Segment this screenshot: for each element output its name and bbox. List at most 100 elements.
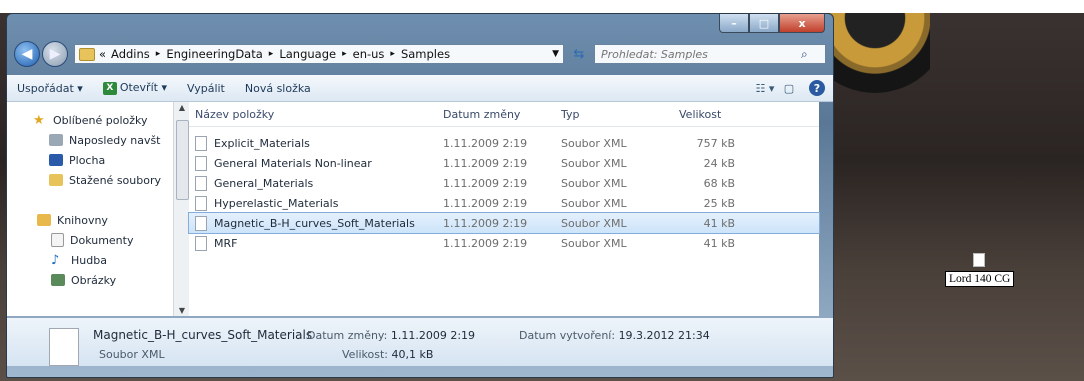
favorites-title: Oblíbené položky xyxy=(53,113,148,127)
xml-file-icon xyxy=(195,135,207,151)
sidebar-item-pictures[interactable]: Obrázky xyxy=(7,270,173,290)
file-date: 1.11.2009 2:19 xyxy=(443,196,528,210)
sidebar-item-documents[interactable]: Dokumenty xyxy=(7,230,173,250)
file-size: 41 kB xyxy=(703,236,735,250)
sidebar-item-label: Stažené soubory xyxy=(69,173,161,187)
table-row[interactable]: General Materials Non-linear 1.11.2009 2… xyxy=(189,153,819,173)
file-type: Soubor XML xyxy=(561,176,627,190)
column-name[interactable]: Název položky xyxy=(189,108,435,121)
open-button[interactable]: X Otevřít ▾ xyxy=(93,81,177,95)
file-date: 1.11.2009 2:19 xyxy=(443,216,528,230)
address-overflow[interactable]: « xyxy=(99,47,106,61)
column-header-row: Název položky Datum změny Typ Velikost xyxy=(189,102,819,127)
created-label: Datum vytvoření: xyxy=(519,329,616,342)
sidebar-item-label: Obrázky xyxy=(71,273,117,287)
refresh-icon[interactable]: ⇆ xyxy=(568,44,590,64)
table-row[interactable]: Hyperelastic_Materials 1.11.2009 2:19 So… xyxy=(189,193,819,213)
sidebar-item-downloads[interactable]: Stažené soubory xyxy=(7,170,173,190)
close-button[interactable]: x xyxy=(779,14,825,33)
file-type: Soubor XML xyxy=(561,236,627,250)
back-button[interactable]: ◀ xyxy=(14,41,40,67)
file-type: Soubor XML xyxy=(561,156,627,170)
crumb-en-us[interactable]: en-us xyxy=(353,47,385,61)
column-type[interactable]: Typ xyxy=(553,108,671,121)
xml-file-icon xyxy=(195,195,207,211)
excel-icon: X xyxy=(102,81,117,95)
navigation-pane: ★ Oblíbené položky Naposledy navšt Ploch… xyxy=(7,102,173,316)
arrow-right-icon: ▶ xyxy=(49,46,61,62)
navigation-scrollbar[interactable]: ▲ ▼ xyxy=(173,102,190,316)
new-folder-button[interactable]: Nová složka xyxy=(235,82,321,95)
table-row[interactable]: MRF 1.11.2009 2:19 Soubor XML 41 kB xyxy=(189,233,819,253)
crumb-separator[interactable]: ▸ xyxy=(342,49,347,59)
downloads-folder-icon xyxy=(49,174,63,186)
help-icon[interactable]: ? xyxy=(809,80,825,96)
file-type: Soubor XML xyxy=(561,196,627,210)
file-size: 757 kB xyxy=(696,136,735,150)
file-name: Explicit_Materials xyxy=(214,136,310,150)
open-label: Otevřít ▾ xyxy=(119,81,167,95)
scroll-down-icon[interactable]: ▼ xyxy=(174,306,190,315)
music-icon: ♪ xyxy=(51,252,60,268)
table-row[interactable]: Explicit_Materials 1.11.2009 2:19 Soubor… xyxy=(189,133,819,153)
modified-label: Datum změny: xyxy=(307,329,388,342)
folder-icon xyxy=(79,47,95,61)
view-options-icon[interactable]: ☷ ▾ xyxy=(753,82,777,95)
xml-file-icon xyxy=(195,215,207,231)
table-row-selected[interactable]: Magnetic_B-H_curves_Soft_Materials 1.11.… xyxy=(188,212,820,234)
sidebar-item-label: Naposledy navšt xyxy=(69,133,161,147)
scroll-up-icon[interactable]: ▲ xyxy=(174,103,190,112)
file-type: Soubor XML xyxy=(561,216,627,230)
search-input[interactable] xyxy=(601,47,801,61)
search-icon[interactable]: ⌕ xyxy=(801,47,808,62)
libraries-header[interactable]: Knihovny xyxy=(7,210,173,230)
crumb-separator[interactable]: ▸ xyxy=(156,49,161,59)
details-file-name: Magnetic_B-H_curves_Soft_Materials xyxy=(93,328,313,342)
xml-file-icon xyxy=(195,155,207,171)
command-bar: Uspořádat ▾ X Otevřít ▾ Vypálit Nová slož… xyxy=(7,75,833,102)
wallpaper-tire xyxy=(830,13,930,99)
sidebar-item-desktop[interactable]: Plocha xyxy=(7,150,173,170)
size-label: Velikost: xyxy=(342,348,389,361)
column-size[interactable]: Velikost xyxy=(671,108,751,121)
recent-places-icon xyxy=(49,134,63,146)
file-date: 1.11.2009 2:19 xyxy=(443,156,528,170)
libraries-title: Knihovny xyxy=(57,213,108,227)
address-bar[interactable]: « Addins ▸ EngineeringData ▸ Language ▸ … xyxy=(74,44,564,64)
crumb-engineeringdata[interactable]: EngineeringData xyxy=(166,47,262,61)
crumb-samples[interactable]: Samples xyxy=(401,47,450,61)
sidebar-item-music[interactable]: ♪ Hudba xyxy=(7,250,173,270)
crumb-language[interactable]: Language xyxy=(279,47,336,61)
documents-icon xyxy=(51,233,64,247)
organize-button[interactable]: Uspořádat ▾ xyxy=(7,82,93,95)
sidebar-item-recent[interactable]: Naposledy navšt xyxy=(7,130,173,150)
forward-button[interactable]: ▶ xyxy=(42,41,68,67)
chevron-down-icon[interactable]: ▼ xyxy=(552,49,559,59)
size-value: 40,1 kB xyxy=(391,348,434,361)
desktop-file-rename-field[interactable]: Lord 140 CG xyxy=(945,271,1015,287)
file-list: Název položky Datum změny Typ Velikost E… xyxy=(188,102,820,316)
xml-file-icon xyxy=(195,175,207,191)
star-icon: ★ xyxy=(33,112,45,128)
desktop-file-icon[interactable] xyxy=(973,253,985,267)
file-size: 24 kB xyxy=(703,156,735,170)
crumb-addins[interactable]: Addins xyxy=(111,47,150,61)
file-size: 68 kB xyxy=(703,176,735,190)
created-value: 19.3.2012 21:34 xyxy=(618,329,710,342)
details-pane: Magnetic_B-H_curves_Soft_Materials Soubo… xyxy=(7,318,833,366)
minimize-button[interactable]: – xyxy=(719,14,749,33)
maximize-button[interactable]: □ xyxy=(749,14,779,33)
burn-button[interactable]: Vypálit xyxy=(177,82,235,95)
crumb-separator[interactable]: ▸ xyxy=(390,49,395,59)
preview-pane-icon[interactable]: ▢ xyxy=(777,82,801,95)
address-row: ◀ ▶ « Addins ▸ EngineeringData ▸ Languag… xyxy=(14,40,834,68)
crumb-separator[interactable]: ▸ xyxy=(269,49,274,59)
file-size: 25 kB xyxy=(703,196,735,210)
table-row[interactable]: General_Materials 1.11.2009 2:19 Soubor … xyxy=(189,173,819,193)
column-date[interactable]: Datum změny xyxy=(435,108,553,121)
search-box[interactable]: ⌕ xyxy=(594,44,826,64)
favorites-header[interactable]: ★ Oblíbené položky xyxy=(7,110,173,130)
view-controls: ☷ ▾ ▢ ? xyxy=(753,80,833,96)
scrollbar-thumb[interactable] xyxy=(176,120,189,200)
file-name: Hyperelastic_Materials xyxy=(214,196,339,210)
